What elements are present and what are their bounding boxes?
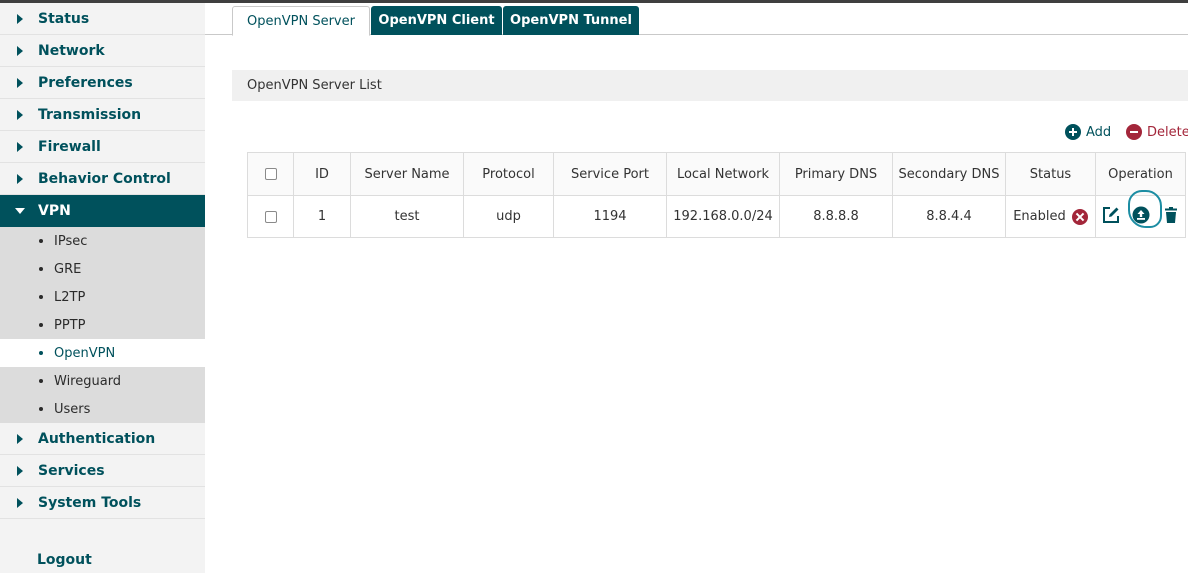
sidebar-subitem-pptp[interactable]: PPTP bbox=[0, 311, 205, 339]
column-header-secondary-dns: Secondary DNS bbox=[892, 152, 1006, 196]
bullet-icon bbox=[39, 323, 43, 327]
caret-down-icon bbox=[15, 208, 25, 214]
cell-local-network: 192.168.0.0/24 bbox=[666, 195, 780, 238]
column-header-service-port: Service Port bbox=[553, 152, 667, 196]
cell-service-port: 1194 bbox=[553, 195, 667, 238]
trash-icon[interactable] bbox=[1161, 205, 1181, 225]
sidebar-item-label: Authentication bbox=[38, 430, 156, 447]
caret-right-icon bbox=[17, 498, 23, 508]
sidebar-subitem-label: IPsec bbox=[54, 233, 88, 249]
sidebar-item-label: Behavior Control bbox=[38, 170, 171, 187]
cell-secondary-dns: 8.8.4.4 bbox=[892, 195, 1006, 238]
sidebar-subitem-label: Wireguard bbox=[54, 373, 122, 389]
table-row: 1 test udp 1194 192.168.0.0/24 8.8.8.8 8… bbox=[247, 189, 1186, 238]
select-all-cell bbox=[247, 152, 294, 196]
caret-right-icon bbox=[17, 78, 23, 88]
sidebar-subitem-ipsec[interactable]: IPsec bbox=[0, 227, 205, 255]
caret-right-icon bbox=[17, 466, 23, 476]
sidebar-subitem-label: L2TP bbox=[54, 289, 86, 305]
column-header-primary-dns: Primary DNS bbox=[779, 152, 893, 196]
caret-right-icon bbox=[17, 174, 23, 184]
logout-link[interactable]: Logout bbox=[37, 552, 92, 568]
caret-right-icon bbox=[17, 434, 23, 444]
caret-right-icon bbox=[17, 14, 23, 24]
column-header-local-network: Local Network bbox=[666, 152, 780, 196]
sidebar-subitem-openvpn[interactable]: OpenVPN bbox=[0, 339, 205, 367]
sidebar-subitem-l2tp[interactable]: L2TP bbox=[0, 283, 205, 311]
sidebar-item-label: Services bbox=[38, 462, 105, 479]
status-text: Enabled bbox=[1013, 209, 1066, 224]
sidebar-item-label: VPN bbox=[38, 203, 71, 219]
edit-icon[interactable] bbox=[1101, 205, 1121, 225]
sidebar-item-label: System Tools bbox=[38, 494, 142, 511]
server-table: ID Server Name Protocol Service Port Loc… bbox=[247, 152, 1186, 238]
sidebar-item-preferences[interactable]: Preferences bbox=[0, 67, 205, 99]
section-title: OpenVPN Server List bbox=[232, 70, 1188, 101]
sidebar-subitem-label: PPTP bbox=[54, 317, 86, 333]
sidebar-subitem-wireguard[interactable]: Wireguard bbox=[0, 367, 205, 395]
sidebar-item-label: Transmission bbox=[38, 106, 142, 123]
sidebar-item-vpn[interactable]: VPN bbox=[0, 195, 205, 227]
minus-circle-icon bbox=[1126, 124, 1142, 140]
tab-openvpn-tunnel[interactable]: OpenVPN Tunnel bbox=[503, 6, 639, 35]
cell-primary-dns: 8.8.8.8 bbox=[779, 195, 893, 238]
tab-bar: OpenVPN Server OpenVPN Client OpenVPN Tu… bbox=[205, 3, 1188, 36]
sidebar-subitem-label: GRE bbox=[54, 261, 82, 277]
caret-right-icon bbox=[17, 110, 23, 120]
bullet-icon bbox=[39, 239, 43, 243]
sidebar-item-authentication[interactable]: Authentication bbox=[0, 423, 205, 455]
close-circle-icon[interactable] bbox=[1071, 208, 1088, 225]
sidebar-item-label: Network bbox=[38, 42, 105, 59]
bullet-icon bbox=[39, 379, 43, 383]
sidebar-item-status[interactable]: Status bbox=[0, 3, 205, 35]
caret-right-icon bbox=[17, 142, 23, 152]
sidebar-item-firewall[interactable]: Firewall bbox=[0, 131, 205, 163]
sidebar-item-services[interactable]: Services bbox=[0, 455, 205, 487]
tab-openvpn-server[interactable]: OpenVPN Server bbox=[232, 6, 370, 36]
caret-right-icon bbox=[17, 46, 23, 56]
row-select-cell bbox=[247, 195, 294, 238]
delete-label: Delete bbox=[1147, 124, 1188, 140]
sidebar-subitem-label: Users bbox=[54, 401, 91, 417]
cell-operation bbox=[1095, 189, 1186, 238]
bullet-icon bbox=[39, 295, 43, 299]
sidebar-item-behavior-control[interactable]: Behavior Control bbox=[0, 163, 205, 195]
sidebar-item-label: Firewall bbox=[38, 138, 101, 155]
tab-openvpn-client[interactable]: OpenVPN Client bbox=[371, 6, 502, 35]
sidebar-item-label: Status bbox=[38, 10, 90, 27]
sidebar-item-network[interactable]: Network bbox=[0, 35, 205, 67]
column-header-server-name: Server Name bbox=[350, 152, 464, 196]
bullet-icon bbox=[39, 351, 43, 355]
select-all-checkbox[interactable] bbox=[264, 168, 277, 180]
row-checkbox[interactable] bbox=[264, 210, 277, 223]
cell-server-name: test bbox=[350, 195, 464, 238]
sidebar-subitem-users[interactable]: Users bbox=[0, 395, 205, 423]
sidebar-item-label: Preferences bbox=[38, 74, 133, 91]
sidebar: Status Network Preferences Transmission … bbox=[0, 3, 205, 573]
column-header-id: ID bbox=[293, 152, 351, 196]
sidebar-subitem-gre[interactable]: GRE bbox=[0, 255, 205, 283]
table-header-row: ID Server Name Protocol Service Port Loc… bbox=[247, 152, 1186, 196]
bullet-icon bbox=[39, 407, 43, 411]
add-label: Add bbox=[1086, 124, 1112, 140]
sidebar-item-transmission[interactable]: Transmission bbox=[0, 99, 205, 131]
sidebar-subitem-label: OpenVPN bbox=[54, 345, 116, 361]
vpn-submenu: IPsec GRE L2TP PPTP OpenVPN Wireguard Us… bbox=[0, 227, 205, 423]
column-header-protocol: Protocol bbox=[463, 152, 554, 196]
cell-protocol: udp bbox=[463, 195, 554, 238]
column-header-status: Status bbox=[1005, 152, 1096, 196]
bullet-icon bbox=[39, 267, 43, 271]
export-icon[interactable] bbox=[1131, 205, 1151, 225]
cell-status: Enabled bbox=[1005, 195, 1096, 238]
sidebar-item-system-tools[interactable]: System Tools bbox=[0, 487, 205, 519]
add-button[interactable]: Add bbox=[1065, 124, 1111, 140]
delete-button[interactable]: Delete bbox=[1126, 124, 1188, 140]
cell-id: 1 bbox=[293, 195, 351, 238]
column-header-operation: Operation bbox=[1095, 152, 1186, 196]
plus-circle-icon bbox=[1065, 124, 1081, 140]
